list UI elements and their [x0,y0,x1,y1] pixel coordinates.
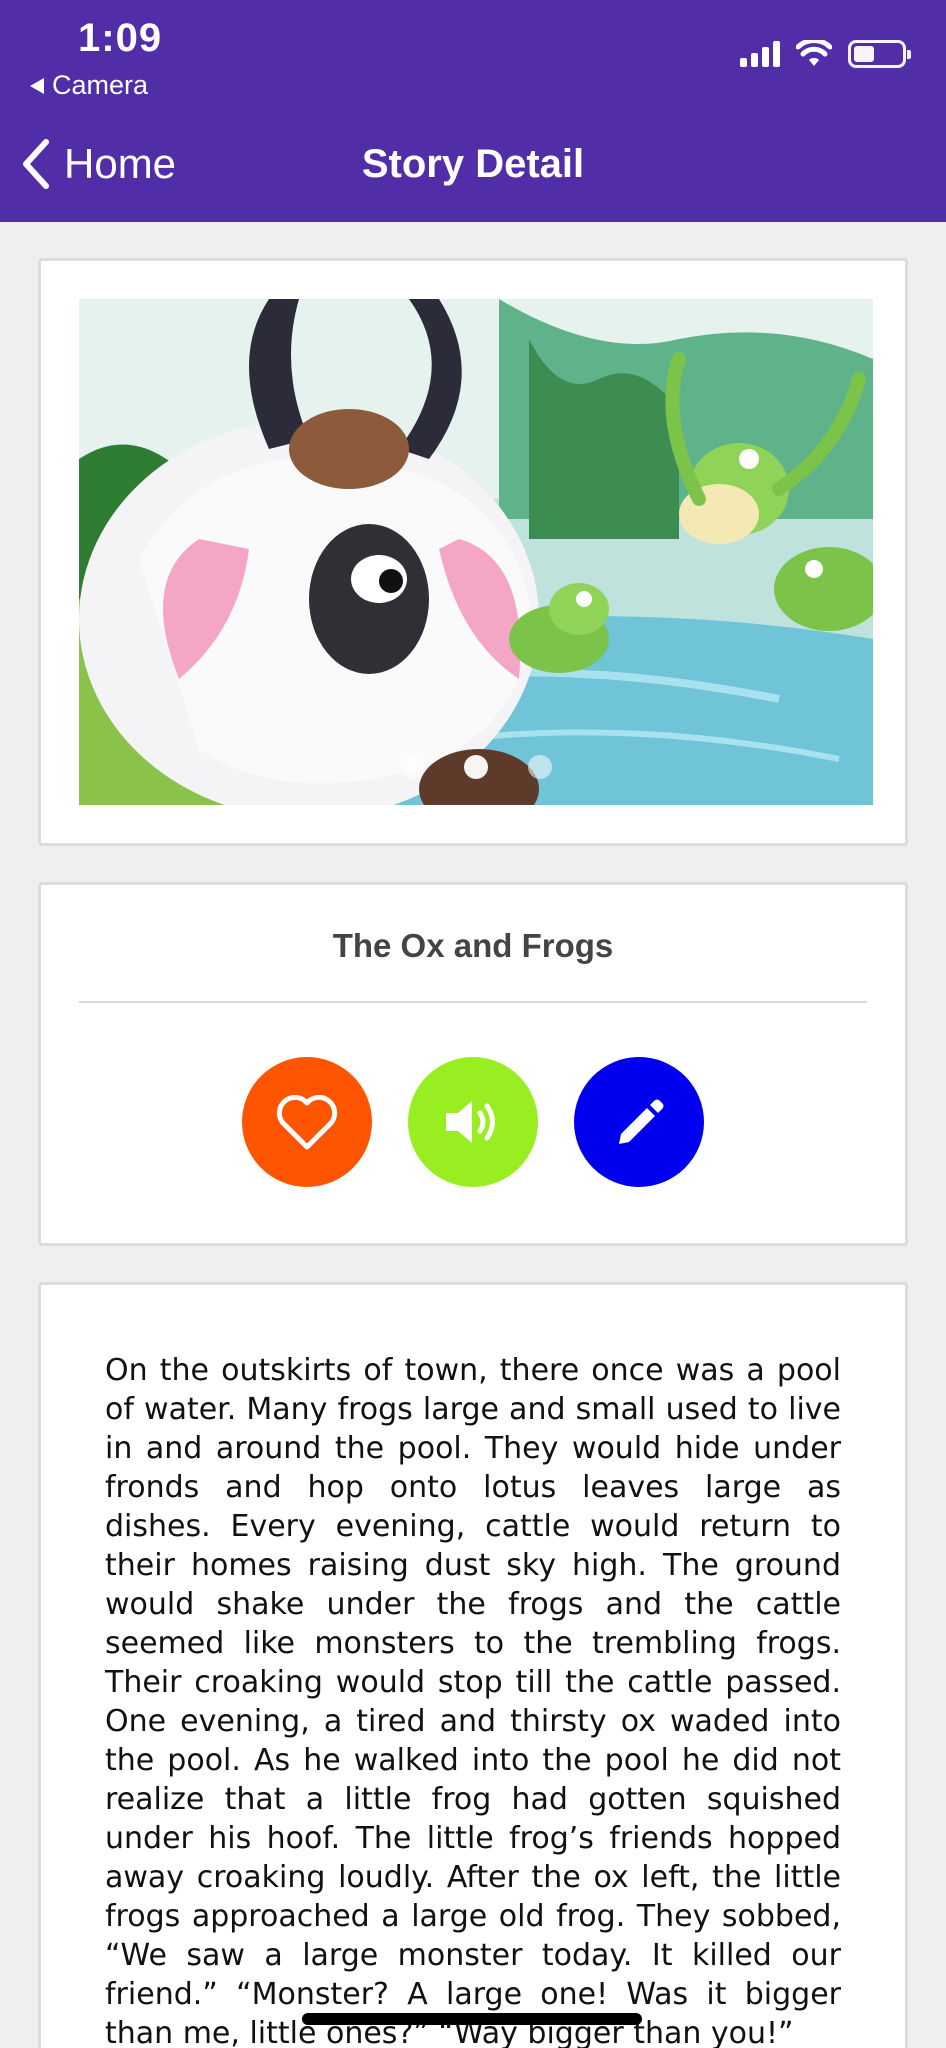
story-title-card: The Ox and Frogs [38,882,908,1246]
story-text: On the outskirts of town, there once was… [105,1353,841,2048]
speaker-icon [446,1101,495,1143]
page-title: Story Detail [361,142,585,186]
ox-and-frogs-illustration [79,299,873,805]
story-image-carousel[interactable] [79,299,873,805]
listen-button[interactable] [408,1057,538,1187]
battery-icon [848,40,911,68]
heart-icon [276,1094,338,1150]
carousel-dots [79,755,873,779]
back-to-app-link[interactable]: Camera [30,70,148,101]
cellular-signal-icon [740,41,780,67]
wifi-icon [796,40,832,66]
pencil-icon [619,1099,664,1144]
story-title: The Ox and Frogs [332,927,614,964]
home-indicator[interactable] [302,2013,642,2025]
story-image-card [38,258,908,846]
story-actions [41,1057,905,1187]
edit-button[interactable] [574,1057,704,1187]
carousel-dot[interactable] [400,755,424,779]
app-header: 1:09 Camera Home Story Detail [0,0,946,222]
status-time: 1:09 [78,16,163,60]
favorite-button[interactable] [242,1057,372,1187]
divider [79,1001,867,1003]
back-triangle-icon [30,77,44,94]
back-app-label: Camera [52,70,149,100]
status-icons [740,40,911,68]
story-text-card: On the outskirts of town, there once was… [38,1282,908,2048]
carousel-dot[interactable] [528,755,552,779]
carousel-dot-active[interactable] [464,755,488,779]
